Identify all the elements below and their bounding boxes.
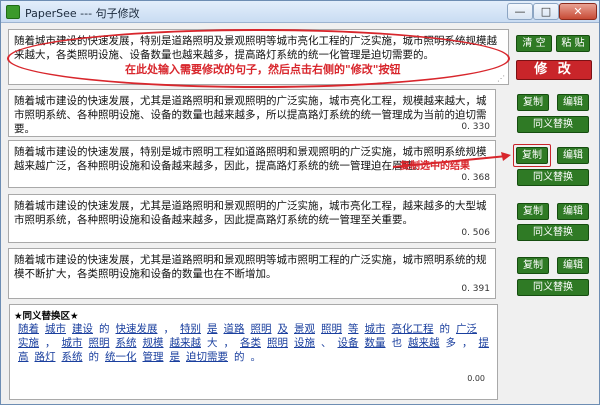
synonym-word-link[interactable]: 管理	[143, 351, 164, 363]
synonym-word-link[interactable]: 照明	[89, 337, 110, 349]
input-sentence-text: 随着城市建设的快速发展，特别是道路照明及景观照明等城市亮化工程的广泛实施，城市照…	[14, 35, 497, 61]
synonym-button-2[interactable]: 同义替换	[517, 169, 589, 186]
synonym-word-link[interactable]: 广泛	[456, 323, 477, 335]
synonym-word-link[interactable]: 系统	[62, 351, 83, 363]
synonym-word-link[interactable]: 等	[348, 323, 359, 335]
synonym-word-link[interactable]: 是	[170, 351, 181, 363]
result-box-3[interactable]: 随着城市建设的快速发展，尤其是道路照明和景观照明的广泛实施，城市亮化工程，越来越…	[8, 194, 496, 243]
annotation-arrow-icon	[392, 152, 511, 168]
synonym-word-link[interactable]: 各类	[240, 337, 261, 349]
synonym-word-link[interactable]: 设施	[294, 337, 315, 349]
synonym-panel-value: 0.00	[467, 374, 485, 383]
synonym-token-text: 。	[250, 351, 262, 363]
synonym-word-link[interactable]: 数量	[365, 337, 386, 349]
synonym-token-text: 、	[321, 337, 332, 349]
copy-button-3[interactable]: 复制	[517, 203, 549, 220]
synonym-word-link[interactable]: 照明	[251, 323, 272, 335]
synonym-word-link[interactable]: 照明	[321, 323, 342, 335]
synonym-word-link[interactable]: 是	[207, 323, 218, 335]
synonym-word-link[interactable]: 路灯	[35, 351, 56, 363]
synonym-word-link[interactable]: 特别	[180, 323, 201, 335]
result-score-1: 0. 330	[461, 122, 490, 132]
edit-button-4[interactable]: 编辑	[557, 257, 589, 274]
synonym-word-link[interactable]: 建设	[72, 323, 93, 335]
synonym-token-text: ，	[163, 323, 175, 335]
app-logo-icon	[6, 5, 20, 19]
modify-button[interactable]: 修 改	[516, 60, 592, 80]
synonym-token-text: 也	[391, 337, 403, 349]
synonym-button-4[interactable]: 同义替换	[517, 279, 589, 296]
synonym-word-link[interactable]: 越来越	[170, 337, 202, 349]
copy-button-2[interactable]: 复制	[516, 147, 548, 164]
edit-button-3[interactable]: 编辑	[557, 203, 589, 220]
result-text-3: 随着城市建设的快速发展，尤其是道路照明和景观照明的广泛实施，城市亮化工程，越来越…	[14, 200, 487, 226]
result-score-4: 0. 391	[461, 284, 490, 294]
synonym-token-text: 大	[207, 337, 218, 349]
synonym-token-text: 多	[445, 337, 457, 349]
clear-button[interactable]: 清 空	[516, 35, 552, 52]
synonym-button-3[interactable]: 同义替换	[517, 224, 589, 241]
title-bar[interactable]: PaperSee --- 句子修改 — □ ✕	[1, 1, 599, 23]
synonym-word-link[interactable]: 城市	[45, 323, 66, 335]
edit-button-1[interactable]: 编辑	[557, 94, 589, 111]
synonym-word-link[interactable]: 及	[278, 323, 289, 335]
synonym-panel-title: ★同义替换区★	[14, 311, 79, 322]
copy-button-1[interactable]: 复制	[517, 94, 549, 111]
synonym-word-link[interactable]: 亮化工程	[392, 323, 434, 335]
synonym-word-link[interactable]: 道路	[224, 323, 245, 335]
synonym-token-text: 的	[99, 323, 110, 335]
minimize-button[interactable]: —	[507, 3, 533, 20]
close-button[interactable]: ✕	[559, 3, 597, 20]
synonym-token-area: 随着 城市 建设的快速发展，特别是道路 照明及景观 照明等城市 亮化工程的广泛实施，城市照…	[18, 322, 489, 364]
synonym-token-text: 的	[88, 351, 100, 363]
synonym-token-text: ，	[223, 337, 235, 349]
synonym-word-link[interactable]: 景观	[294, 323, 315, 335]
result-box-1[interactable]: 随着城市建设的快速发展，尤其是道路照明和景观照明的广泛实施，城市亮化工程，规模越…	[8, 89, 496, 137]
result-box-4[interactable]: 随着城市建设的快速发展，尤其是道路照明和景观照明等城市照明工程的广泛实施，城市照…	[8, 248, 496, 299]
paste-button[interactable]: 粘 贴	[556, 35, 590, 52]
synonym-word-link[interactable]: 规模	[143, 337, 164, 349]
resize-grip-icon: ⋰	[497, 74, 505, 83]
synonym-token-text: ，	[45, 337, 56, 349]
input-instruction-annotation: 在此处输入需要修改的句子，然后点击右侧的"修改"按钮	[125, 63, 401, 76]
synonym-word-link[interactable]: 快速发展	[116, 323, 158, 335]
synonym-word-link[interactable]: 设备	[338, 337, 359, 349]
synonym-word-link[interactable]: 照明	[267, 337, 288, 349]
result-text-1: 随着城市建设的快速发展，尤其是道路照明和景观照明的广泛实施，城市亮化工程，规模越…	[14, 95, 487, 135]
synonym-word-link[interactable]: 越来越	[408, 337, 440, 349]
synonym-button-1[interactable]: 同义替换	[517, 116, 589, 133]
synonym-token-text: ，	[462, 337, 473, 349]
synonym-token-text: 的	[439, 323, 451, 335]
synonym-word-link[interactable]: 迫切需要	[186, 351, 228, 363]
copy-button-4[interactable]: 复制	[517, 257, 549, 274]
app-window: PaperSee --- 句子修改 — □ ✕ 随着城市建设的快速发展，特别是道…	[0, 0, 600, 405]
result-text-4: 随着城市建设的快速发展，尤其是道路照明和景观照明等城市照明工程的广泛实施，城市照…	[14, 254, 487, 280]
result-score-3: 0. 506	[461, 228, 490, 238]
edit-button-2[interactable]: 编辑	[557, 147, 589, 164]
maximize-button[interactable]: □	[533, 3, 559, 20]
synonym-word-link[interactable]: 实施	[18, 337, 39, 349]
synonym-word-link[interactable]: 统一化	[105, 351, 137, 363]
synonym-word-link[interactable]: 城市	[365, 323, 386, 335]
synonym-word-link[interactable]: 随着	[18, 323, 39, 335]
synonym-panel: ★同义替换区★ 随着 城市 建设的快速发展，特别是道路 照明及景观 照明等城市 亮化工程的…	[9, 304, 498, 400]
synonym-word-link[interactable]: 系统	[116, 337, 137, 349]
synonym-word-link[interactable]: 城市	[62, 337, 83, 349]
synonym-token-text: 的	[234, 351, 245, 363]
result-score-2: 0. 368	[461, 173, 490, 183]
window-title: PaperSee --- 句子修改	[25, 7, 140, 20]
